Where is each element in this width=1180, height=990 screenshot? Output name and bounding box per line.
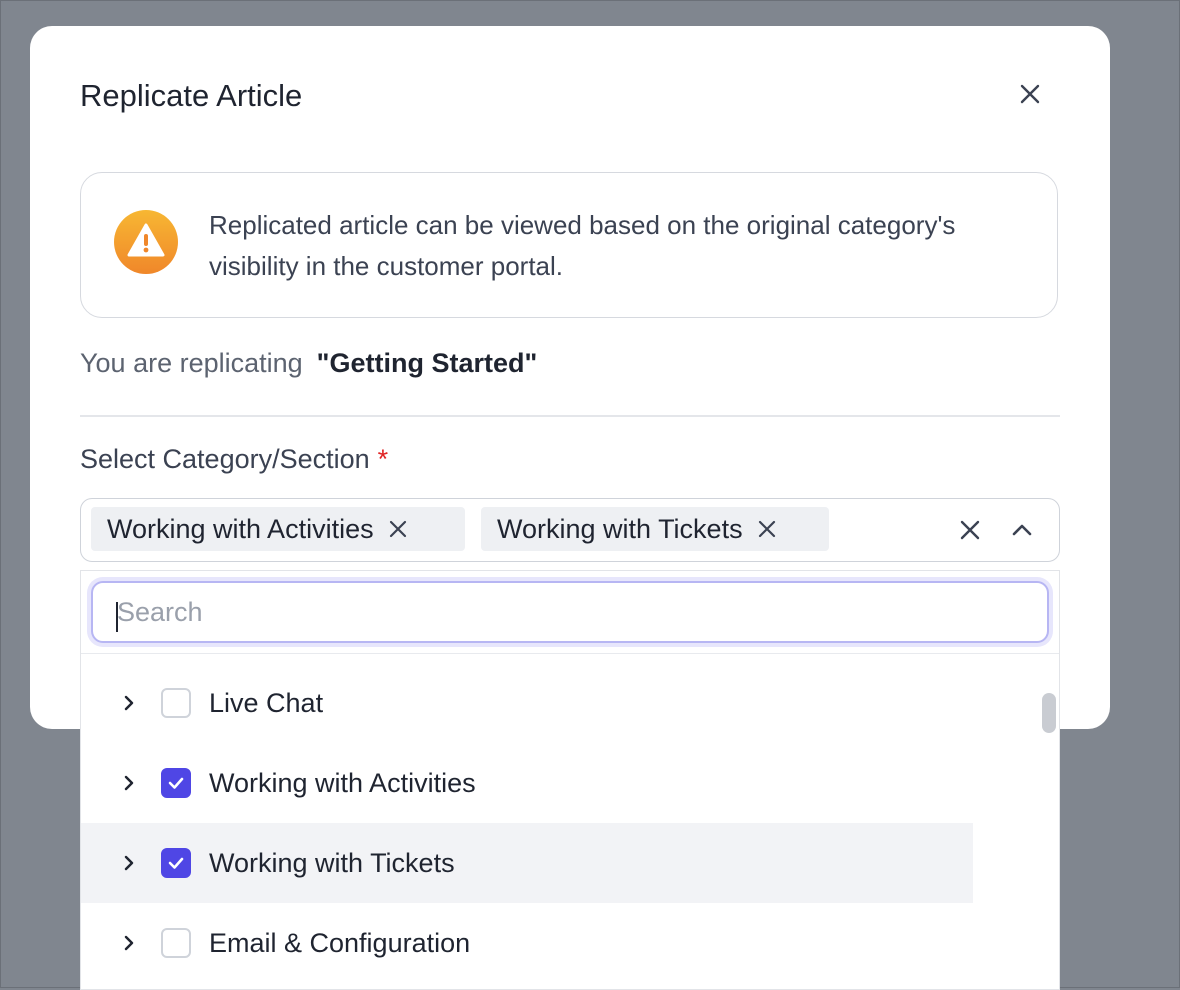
expand-button[interactable]	[113, 767, 145, 799]
replicating-article-name: "Getting Started"	[316, 348, 538, 378]
check-icon	[168, 857, 184, 869]
search-container	[81, 571, 1059, 654]
tree-item-label: Email & Configuration	[209, 927, 471, 958]
chevron-up-icon	[1012, 524, 1032, 536]
checkbox[interactable]	[161, 928, 191, 958]
expand-button[interactable]	[113, 927, 145, 959]
tree-item-label: Live Chat	[209, 687, 324, 718]
chevron-right-icon	[124, 935, 134, 951]
scrollbar-thumb[interactable]	[1042, 693, 1056, 733]
chip-label: Working with Activities	[107, 513, 374, 544]
text-caret	[116, 602, 118, 632]
chevron-right-icon	[124, 775, 134, 791]
tree-item-label: Working with Tickets	[209, 847, 455, 878]
category-dropdown: Live Chat Working with Activities Workin…	[80, 570, 1060, 990]
clear-icon	[960, 520, 980, 540]
chip-remove-button[interactable]	[757, 519, 777, 539]
search-input[interactable]	[91, 581, 1049, 643]
category-label-text: Select Category/Section	[80, 444, 370, 474]
tree-item[interactable]: Working with Activities	[81, 743, 973, 823]
selected-chip: Working with Tickets	[481, 507, 829, 551]
tree-item[interactable]: Working with Tickets	[81, 823, 973, 903]
info-message: Replicated article can be viewed based o…	[209, 210, 956, 281]
tree-item[interactable]: Live Chat	[81, 663, 973, 743]
tree-item-label: Working with Activities	[209, 767, 476, 798]
warning-icon	[114, 210, 178, 274]
x-icon	[758, 520, 775, 538]
divider	[80, 415, 1060, 417]
x-icon	[389, 520, 406, 538]
check-icon	[168, 777, 184, 789]
replicating-prefix: You are replicating	[80, 348, 303, 378]
required-asterisk: *	[377, 444, 389, 474]
chevron-right-icon	[124, 855, 134, 871]
chevron-right-icon	[124, 695, 134, 711]
clear-all-button[interactable]	[953, 513, 987, 547]
collapse-dropdown-button[interactable]	[1005, 513, 1039, 547]
info-callout: Replicated article can be viewed based o…	[80, 172, 1058, 318]
selected-chip: Working with Activities	[91, 507, 465, 551]
close-button[interactable]	[1010, 74, 1050, 114]
checkbox[interactable]	[161, 688, 191, 718]
checkbox[interactable]	[161, 768, 191, 798]
chip-remove-button[interactable]	[388, 519, 408, 539]
modal-title: Replicate Article	[80, 78, 303, 113]
category-field-label: Select Category/Section *	[80, 444, 388, 475]
expand-button[interactable]	[113, 687, 145, 719]
chip-label: Working with Tickets	[497, 513, 743, 544]
checkbox[interactable]	[161, 848, 191, 878]
close-icon	[1020, 84, 1040, 104]
replicating-line: You are replicating "Getting Started"	[80, 348, 537, 379]
category-multiselect[interactable]: Working with Activities Working with Tic…	[80, 498, 1060, 562]
tree-item[interactable]: Email & Configuration	[81, 903, 973, 983]
expand-button[interactable]	[113, 847, 145, 879]
